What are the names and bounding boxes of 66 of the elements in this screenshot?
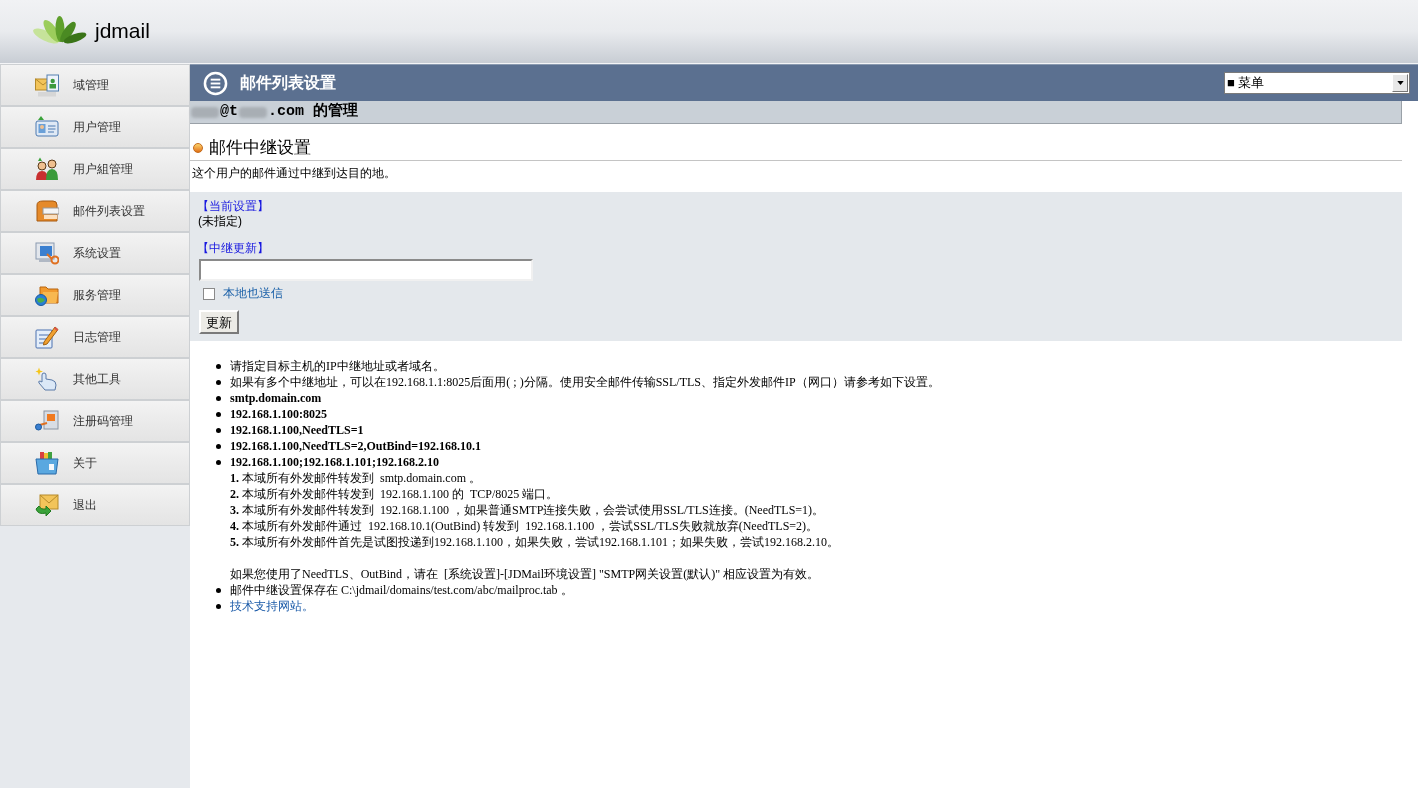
mailbox-drawer-icon <box>35 199 59 223</box>
menu-select[interactable]: ■ 菜单 <box>1224 72 1410 94</box>
checkbox[interactable] <box>203 287 215 300</box>
key-device-icon <box>35 409 59 433</box>
sidebar-item[interactable]: 日志管理 <box>0 316 190 358</box>
example-text: smtp.domain.com <box>230 390 322 406</box>
admin-title: @t <box>220 101 238 122</box>
sidebar-item[interactable]: 用户管理 <box>0 106 190 148</box>
note-text: 如果有多个中继地址，可以在192.168.1.1:8025后面用( ; )分隔。使用安全邮件传输SSL/TLS、指定外发邮件IP（网口）请参考如下设置。 <box>230 374 940 390</box>
sidebar-item[interactable]: 其他工具 <box>0 358 190 400</box>
bullet-icon <box>216 604 221 609</box>
bullet-icon <box>216 460 221 465</box>
notepad-pencil-icon <box>35 325 59 349</box>
section-title: 邮件中继设置 <box>209 138 311 158</box>
example-text: 192.168.1.100,NeedTLS=2,OutBind=192.168.10.1 <box>230 438 482 454</box>
bullet-icon <box>216 444 221 449</box>
sidebar-item[interactable]: 系统设置 <box>0 232 190 274</box>
pointing-hand-icon <box>35 367 59 391</box>
sidebar-item[interactable]: 域管理 <box>0 64 190 106</box>
example-explanation: 5. 本域所有外发邮件首先是试图投递到192.168.1.100，如果失败，尝试192.168.1.101；如果失败，尝试192.168.2.10。 <box>230 534 839 550</box>
redacted-block <box>191 106 219 118</box>
people-icon <box>35 157 59 181</box>
folder-globe-icon <box>35 283 59 307</box>
sidebar-item[interactable]: 退出 <box>0 484 190 526</box>
example-explanation: 1. 本域所有外发邮件转发到 smtp.domain.com 。 <box>230 470 482 486</box>
bullet-icon <box>216 396 221 401</box>
leaves-logo-icon <box>32 15 88 46</box>
relay-update-label: 【中继更新】 <box>197 241 269 256</box>
example-explanation: 2. 本域所有外发邮件转发到 192.168.1.100 的 TCP/8025 端口。 <box>230 486 560 502</box>
relay-input[interactable] <box>199 259 533 281</box>
support-link[interactable]: 技术支持网站。 <box>230 598 314 614</box>
current-settings-value: (未指定) <box>198 214 242 229</box>
checkbox-label: 本地也送信 <box>223 286 283 301</box>
admin-title: .com 的管理 <box>268 101 359 122</box>
bullet-icon <box>216 428 221 433</box>
bullet-icon <box>216 588 221 593</box>
caret-icon <box>1396 81 1404 85</box>
example-explanation: 4. 本域所有外发邮件通过 192.168.10.1(OutBind) 转发到 192.168.1.100 ，尝试SSL/TLS失败就放弃(NeedTLS=2)。 <box>230 518 820 534</box>
note-text: 如果您使用了NeedTLS、OutBind，请在 [系统设置]-[JDMail环境设置] "SMTP网关设置(默认)" 相应设置为有效。 <box>230 566 821 582</box>
example-text: 192.168.1.100;192.168.1.101;192.168.2.10 <box>230 454 440 470</box>
monitor-key-icon <box>35 241 59 265</box>
logo-text: jdmail <box>95 17 150 44</box>
envelope-arrow-icon <box>35 493 59 517</box>
update-button[interactable]: 更新 <box>199 310 239 334</box>
sidebar-item[interactable]: 注册码管理 <box>0 400 190 442</box>
sidebar-item[interactable]: 用户組管理 <box>0 148 190 190</box>
page-title: 邮件列表设置 <box>240 73 336 93</box>
redacted-block <box>239 106 267 118</box>
sidebar-item[interactable]: 邮件列表设置 <box>0 190 190 232</box>
example-explanation: 3. 本域所有外发邮件转发到 192.168.1.100 ，如果普通SMTP连接失败，会尝试使用SSL/TLS连接。(NeedTLS=1)。 <box>230 502 826 518</box>
envelope-card-icon <box>35 73 59 97</box>
dropdown-button[interactable] <box>1392 74 1408 92</box>
menu-icon <box>203 70 228 96</box>
sidebar-item[interactable]: 关于 <box>0 442 190 484</box>
bullet-icon <box>216 364 221 369</box>
example-text: 192.168.1.100,NeedTLS=1 <box>230 422 364 438</box>
sidebar-item[interactable]: 服务管理 <box>0 274 190 316</box>
example-text: 192.168.1.100:8025 <box>230 406 327 422</box>
bullet-icon <box>216 412 221 417</box>
bullet-icon <box>216 380 221 385</box>
open-box-icon <box>35 451 59 475</box>
current-settings-label: 【当前设置】 <box>197 199 269 214</box>
id-card-icon <box>35 115 59 139</box>
note-text: 邮件中继设置保存在 C:\jdmail/domains/test.com/abc/mailproc.tab 。 <box>230 582 573 598</box>
note-text: 请指定目标主机的IP中继地址或者域名。 <box>230 358 445 374</box>
section-description: 这个用户的邮件通过中继到达目的地。 <box>192 165 397 181</box>
